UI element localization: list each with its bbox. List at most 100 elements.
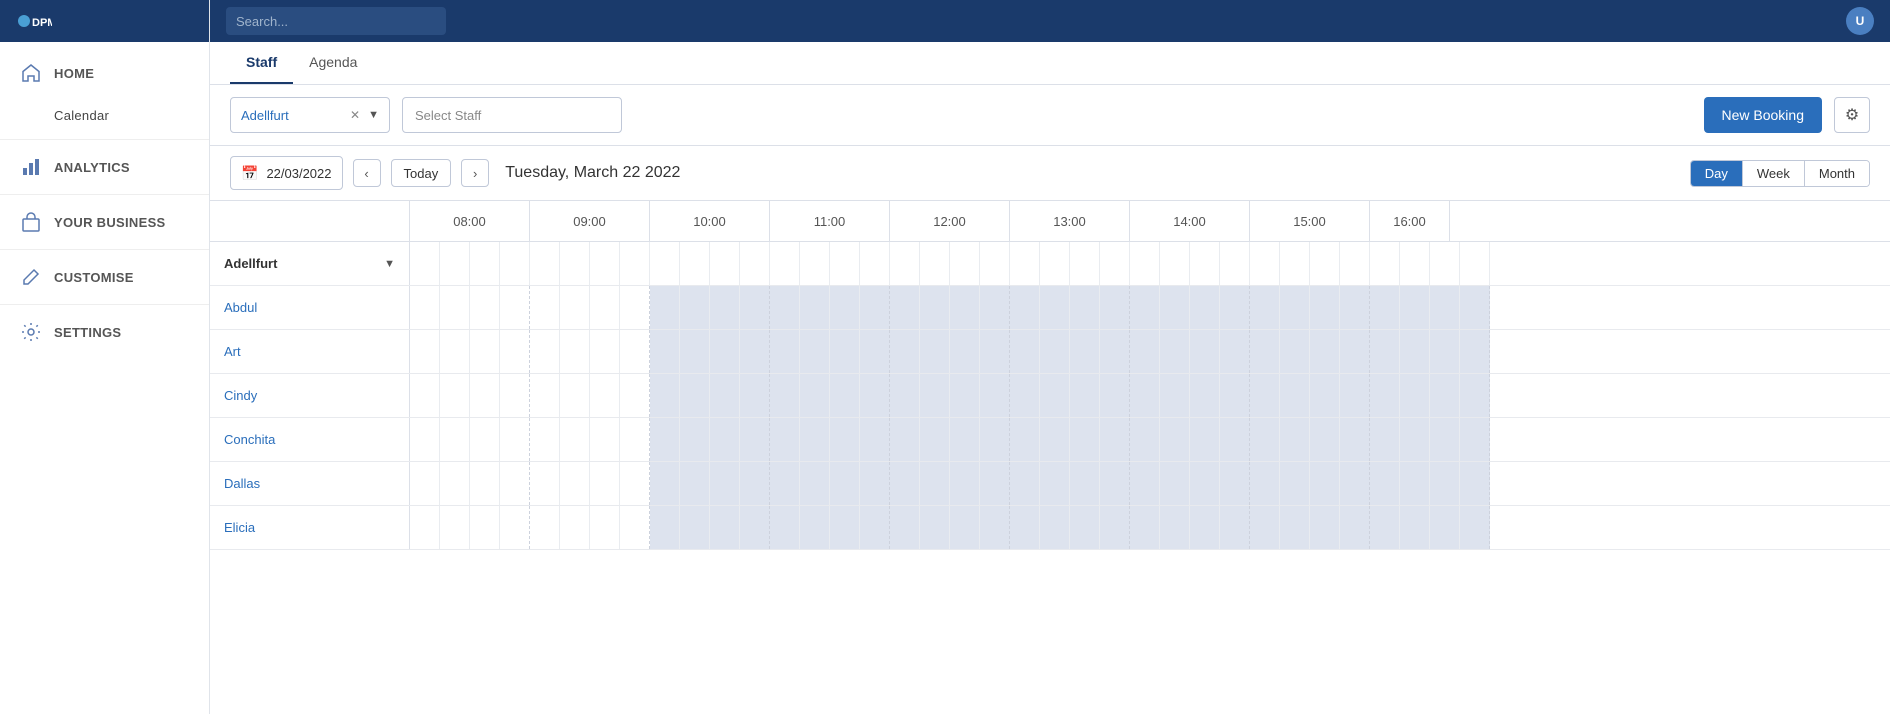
time-cell[interactable] [1190, 506, 1220, 549]
time-cell[interactable] [1310, 506, 1340, 549]
time-cell[interactable] [650, 330, 680, 373]
time-cell[interactable] [1070, 462, 1100, 505]
time-cell[interactable] [860, 374, 890, 417]
time-cell[interactable] [1010, 330, 1040, 373]
time-cell[interactable] [1100, 506, 1130, 549]
time-cell[interactable] [890, 374, 920, 417]
time-cell[interactable] [1190, 462, 1220, 505]
time-cell[interactable] [1100, 242, 1130, 285]
time-cell[interactable] [1430, 418, 1460, 461]
time-cell[interactable] [1250, 242, 1280, 285]
staff-name-cell-elicia[interactable]: Elicia [210, 506, 410, 549]
time-cell[interactable] [530, 286, 560, 329]
time-cell[interactable] [1310, 330, 1340, 373]
time-cell[interactable] [1460, 330, 1490, 373]
time-cell[interactable] [410, 506, 440, 549]
time-cell[interactable] [1070, 330, 1100, 373]
time-cell[interactable] [470, 286, 500, 329]
time-cell[interactable] [1220, 462, 1250, 505]
time-cell[interactable] [980, 330, 1010, 373]
time-cell[interactable] [740, 374, 770, 417]
time-cell[interactable] [1430, 374, 1460, 417]
time-cell[interactable] [770, 462, 800, 505]
time-cell[interactable] [920, 286, 950, 329]
time-cell[interactable] [680, 374, 710, 417]
time-cell[interactable] [800, 330, 830, 373]
time-cell[interactable] [1280, 418, 1310, 461]
time-cell[interactable] [740, 418, 770, 461]
time-cell[interactable] [560, 286, 590, 329]
time-cell[interactable] [1460, 418, 1490, 461]
time-cell[interactable] [1310, 286, 1340, 329]
time-cell[interactable] [770, 506, 800, 549]
time-cell[interactable] [1070, 286, 1100, 329]
time-cell[interactable] [650, 506, 680, 549]
time-cell[interactable] [950, 242, 980, 285]
time-cell[interactable] [770, 286, 800, 329]
time-cell[interactable] [440, 418, 470, 461]
location-dropdown[interactable]: Adellfurt ✕ ▼ [230, 97, 390, 133]
time-cell[interactable] [860, 330, 890, 373]
time-cell[interactable] [920, 506, 950, 549]
time-cell[interactable] [590, 374, 620, 417]
time-cell[interactable] [1310, 462, 1340, 505]
time-cell[interactable] [590, 462, 620, 505]
time-cell[interactable] [470, 462, 500, 505]
time-cell[interactable] [1160, 242, 1190, 285]
time-cell[interactable] [830, 330, 860, 373]
sidebar-item-home[interactable]: HOME [0, 50, 209, 96]
time-cell[interactable] [1070, 418, 1100, 461]
time-cell[interactable] [1130, 330, 1160, 373]
time-cell[interactable] [890, 418, 920, 461]
time-cell[interactable] [1310, 374, 1340, 417]
time-cell[interactable] [1160, 462, 1190, 505]
date-input-wrapper[interactable]: 📅 22/03/2022 [230, 156, 343, 190]
time-cell[interactable] [1370, 286, 1400, 329]
time-cell[interactable] [1190, 286, 1220, 329]
time-cell[interactable] [1010, 506, 1040, 549]
time-cell[interactable] [1130, 286, 1160, 329]
group-dropdown-icon[interactable]: ▼ [384, 258, 395, 270]
time-cell[interactable] [860, 462, 890, 505]
time-cell[interactable] [620, 286, 650, 329]
time-cell[interactable] [830, 418, 860, 461]
time-cell[interactable] [1370, 330, 1400, 373]
today-button[interactable]: Today [391, 159, 452, 187]
group-header-cell[interactable]: Adellfurt ▼ [210, 242, 410, 285]
time-cell[interactable] [830, 506, 860, 549]
time-cell[interactable] [620, 330, 650, 373]
time-cell[interactable] [680, 506, 710, 549]
sidebar-item-calendar[interactable]: Calendar [0, 96, 209, 135]
staff-name-cell-dallas[interactable]: Dallas [210, 462, 410, 505]
time-cell[interactable] [890, 286, 920, 329]
time-cell[interactable] [500, 462, 530, 505]
time-cell[interactable] [800, 506, 830, 549]
time-cell[interactable] [590, 242, 620, 285]
time-cell[interactable] [710, 418, 740, 461]
time-cell[interactable] [1070, 374, 1100, 417]
time-cell[interactable] [620, 242, 650, 285]
time-cell[interactable] [1370, 374, 1400, 417]
time-cell[interactable] [1070, 242, 1100, 285]
time-cell[interactable] [530, 374, 560, 417]
time-cell[interactable] [1460, 374, 1490, 417]
time-cell[interactable] [1130, 374, 1160, 417]
time-cell[interactable] [920, 462, 950, 505]
next-date-button[interactable]: › [461, 159, 489, 187]
time-cell[interactable] [1280, 374, 1310, 417]
time-cell[interactable] [410, 242, 440, 285]
time-cell[interactable] [1010, 462, 1040, 505]
time-cell[interactable] [950, 330, 980, 373]
time-cell[interactable] [1160, 330, 1190, 373]
time-cell[interactable] [470, 330, 500, 373]
time-cell[interactable] [710, 242, 740, 285]
time-cell[interactable] [860, 286, 890, 329]
time-cell[interactable] [1460, 506, 1490, 549]
time-cell[interactable] [440, 286, 470, 329]
time-cell[interactable] [920, 330, 950, 373]
time-cell[interactable] [410, 330, 440, 373]
time-cell[interactable] [980, 462, 1010, 505]
sidebar-item-customise[interactable]: CUSTOMISE [0, 254, 209, 300]
time-cell[interactable] [1250, 462, 1280, 505]
time-cell[interactable] [1280, 286, 1310, 329]
